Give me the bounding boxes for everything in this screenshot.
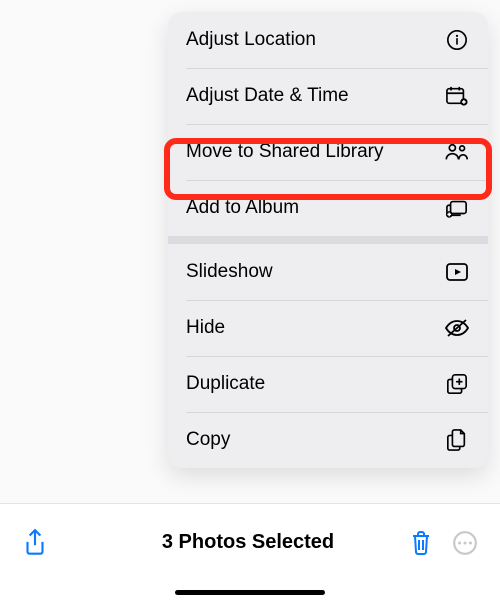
menu-item-slideshow[interactable]: Slideshow [168,244,488,300]
eye-slash-icon [444,315,470,341]
menu-separator [168,236,488,244]
menu-item-adjust-date-time[interactable]: Adjust Date & Time [168,68,488,124]
bottom-toolbar: 3 Photos Selected [0,503,500,603]
context-menu: Adjust Location Adjust Date & Time Move [168,12,488,468]
two-people-icon [444,139,470,165]
album-add-icon [444,195,470,221]
menu-item-adjust-location[interactable]: Adjust Location [168,12,488,68]
play-rect-icon [444,259,470,285]
doc-on-doc-icon [444,427,470,453]
home-indicator [175,590,325,595]
share-icon[interactable] [20,528,50,558]
menu-item-copy[interactable]: Copy [168,412,488,468]
menu-item-label: Move to Shared Library [186,141,444,163]
menu-item-label: Copy [186,429,444,451]
ellipsis-circle-icon[interactable] [450,528,480,558]
square-plus-icon [444,371,470,397]
menu-item-label: Duplicate [186,373,444,395]
menu-item-move-to-shared-library[interactable]: Move to Shared Library [168,124,488,180]
calendar-badge-icon [444,83,470,109]
menu-item-hide[interactable]: Hide [168,300,488,356]
menu-item-label: Adjust Location [186,29,444,51]
menu-item-label: Hide [186,317,444,339]
menu-item-label: Slideshow [186,261,444,283]
menu-item-add-to-album[interactable]: Add to Album [168,180,488,236]
trash-icon[interactable] [406,528,436,558]
menu-item-label: Adjust Date & Time [186,85,444,107]
selection-count-title: 3 Photos Selected [90,531,406,554]
menu-item-label: Add to Album [186,197,444,219]
menu-item-duplicate[interactable]: Duplicate [168,356,488,412]
info-pin-icon [444,27,470,53]
